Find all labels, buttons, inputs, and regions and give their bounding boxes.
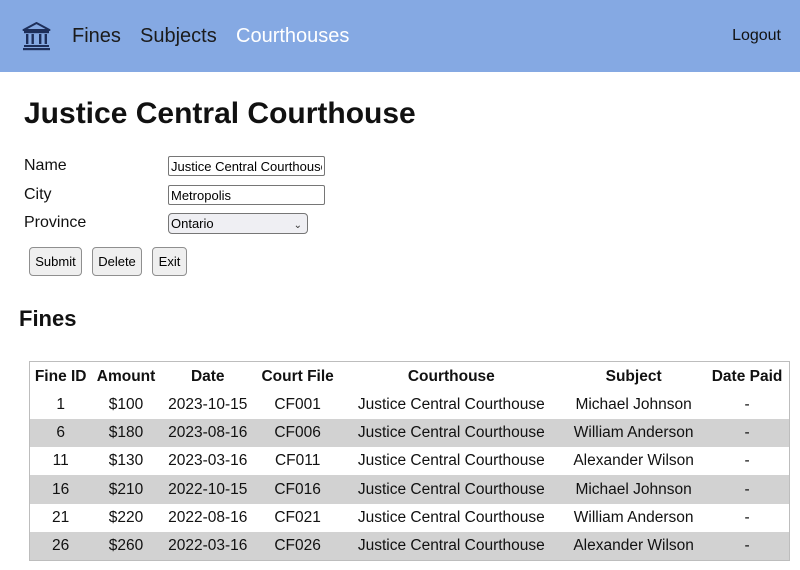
table-cell: $180 (91, 419, 161, 448)
table-row[interactable]: 1 $100 2023-10-15 CF001 Justice Central … (30, 391, 790, 419)
chevron-down-icon: ⌄ (293, 220, 302, 231)
top-navbar: Fines Subjects Courthouses Logout (0, 0, 800, 72)
table-cell: $260 (91, 531, 161, 561)
table-cell: 2023-10-15 (168, 396, 248, 414)
table-row[interactable]: 21 $220 2022-08-16 CF021 Justice Central… (30, 504, 790, 532)
table-header-row: Fine ID Amount Date Court File Courthous… (30, 362, 790, 392)
table-cell: CF011 (274, 452, 321, 470)
table-cell: Justice Central Courthouse (357, 452, 545, 470)
table-cell: Justice Central Courthouse (357, 396, 545, 414)
nav-link-fines[interactable]: Fines (72, 24, 121, 48)
exit-button[interactable]: Exit (152, 247, 187, 276)
table-cell: 21 (52, 508, 70, 526)
nav-link-subjects[interactable]: Subjects (140, 24, 217, 48)
page-title: Justice Central Courthouse (24, 97, 416, 130)
table-row[interactable]: 26 $260 2022-03-16 CF026 Justice Central… (29, 531, 790, 561)
table-cell: William Anderson (573, 508, 694, 526)
table-cell: Justice Central Courthouse (357, 508, 545, 526)
table-cell: Justice Central Courthouse (340, 475, 563, 504)
table-cell: 2023-03-16 (168, 452, 248, 470)
fines-table: Fine ID Amount Date Court File Courthous… (29, 361, 790, 561)
province-select[interactable]: Ontario ⌄ (168, 213, 308, 234)
table-cell: 16 (29, 475, 92, 504)
column-header: Court File (261, 367, 334, 385)
table-cell: CF016 (254, 475, 341, 504)
table-cell: 2022-08-16 (168, 508, 248, 526)
submit-button[interactable]: Submit (29, 247, 82, 276)
column-header: Date (190, 367, 225, 385)
table-cell: - (744, 396, 750, 414)
table-row[interactable]: 6 $180 2023-08-16 CF006 Justice Central … (29, 419, 790, 448)
table-cell: Michael Johnson (575, 396, 692, 414)
table-cell: CF021 (274, 508, 321, 526)
column-header: Subject (605, 367, 662, 385)
table-cell: 2022-10-15 (160, 475, 255, 504)
table-cell: Alexander Wilson (573, 452, 694, 470)
table-cell: - (705, 475, 790, 504)
city-input[interactable] (168, 185, 325, 205)
province-label: Province (24, 214, 87, 231)
courthouse-icon[interactable] (22, 22, 51, 51)
table-cell: $220 (108, 508, 144, 526)
table-cell: 11 (52, 452, 69, 470)
table-cell: $100 (108, 396, 144, 414)
table-cell: Justice Central Courthouse (340, 419, 563, 448)
table-cell: Alexander Wilson (562, 531, 706, 561)
table-cell: $130 (108, 452, 144, 470)
table-cell: 26 (29, 531, 92, 561)
table-cell: 6 (29, 419, 92, 448)
table-cell: 1 (56, 396, 65, 414)
column-header: Date Paid (711, 367, 783, 385)
column-header: Courthouse (407, 367, 495, 385)
delete-button[interactable]: Delete (92, 247, 142, 276)
nav-link-courthouses[interactable]: Courthouses (236, 24, 349, 48)
table-cell: - (744, 508, 750, 526)
table-cell: CF001 (274, 396, 321, 414)
name-input[interactable] (168, 156, 325, 176)
table-cell: 2023-08-16 (160, 419, 255, 448)
table-cell: $210 (91, 475, 161, 504)
table-cell: - (705, 531, 790, 561)
column-header: Fine ID (34, 367, 87, 385)
table-cell: William Anderson (562, 419, 706, 448)
table-row[interactable]: 11 $130 2023-03-16 CF011 Justice Central… (30, 447, 790, 475)
table-row[interactable]: 16 $210 2022-10-15 CF016 Justice Central… (29, 475, 790, 504)
table-cell: - (705, 419, 790, 448)
table-cell: 2022-03-16 (160, 531, 255, 561)
province-selected-value: Ontario (171, 216, 214, 231)
table-cell: Michael Johnson (562, 475, 706, 504)
table-cell: Justice Central Courthouse (340, 531, 563, 561)
column-header: Amount (96, 367, 156, 385)
name-label: Name (24, 157, 67, 174)
table-cell: CF026 (254, 531, 341, 561)
logout-link[interactable]: Logout (732, 27, 781, 45)
fines-section-title: Fines (19, 306, 77, 331)
city-label: City (24, 186, 52, 203)
table-cell: CF006 (254, 419, 341, 448)
table-cell: - (744, 452, 750, 470)
